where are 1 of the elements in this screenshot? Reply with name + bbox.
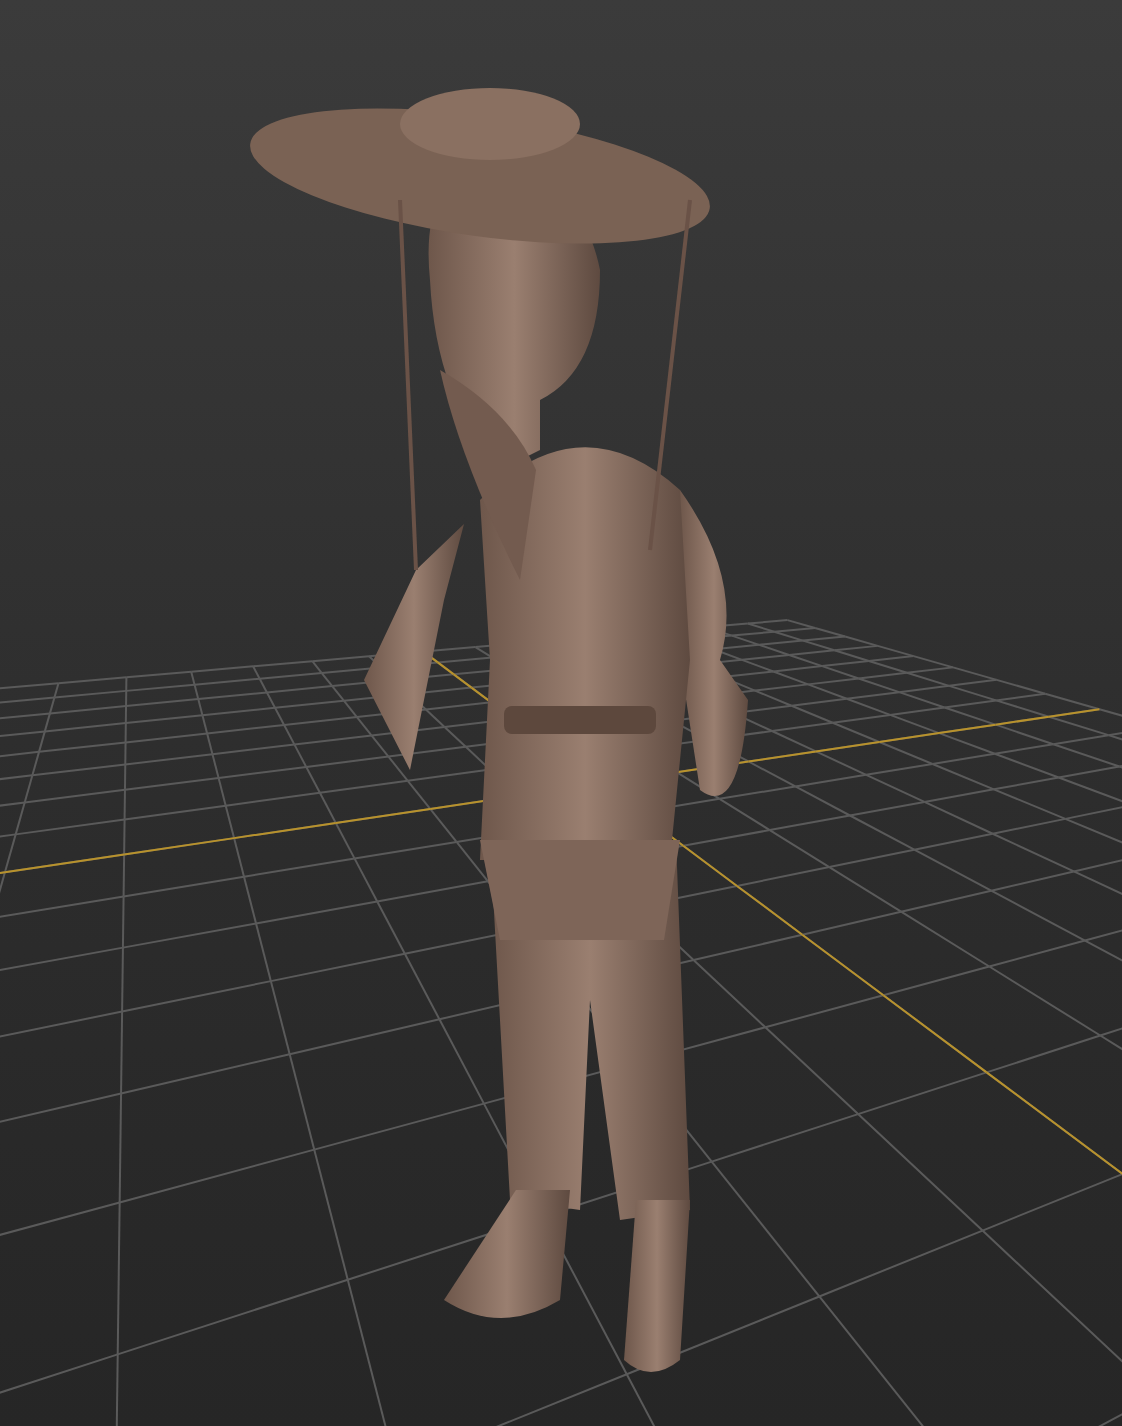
viewport[interactable] [0, 0, 1122, 1426]
